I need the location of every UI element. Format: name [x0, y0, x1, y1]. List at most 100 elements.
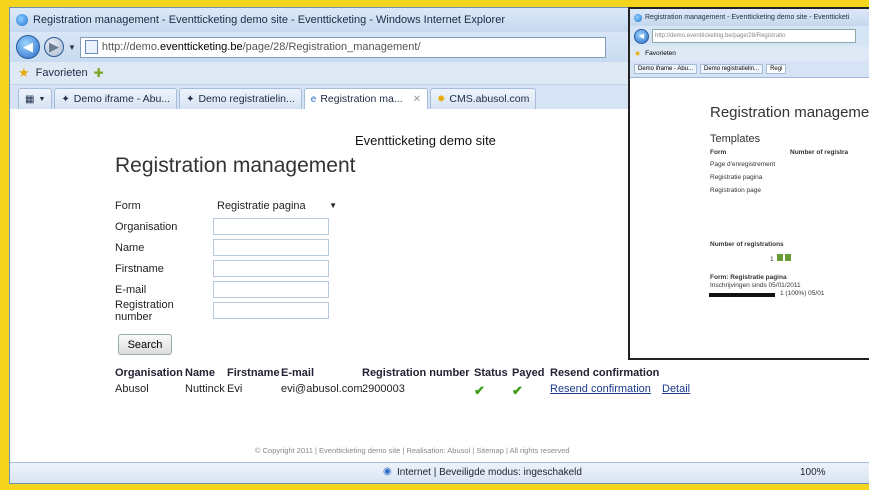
regnum-input[interactable] [213, 302, 329, 319]
quick-tabs-icon: ▦ [25, 93, 35, 105]
regnum-label: Registration number [115, 298, 174, 323]
export-icon[interactable] [785, 254, 792, 261]
tab-demo-iframe[interactable]: ✦ Demo iframe - Abu... [54, 88, 178, 109]
inset-num-value: 1 [770, 256, 774, 263]
ie-icon [16, 14, 28, 26]
tab-demo-registratielink[interactable]: ✦ Demo registratielin... [179, 88, 302, 109]
tab-registration-management[interactable]: e Registration ma... ✕ [303, 88, 429, 109]
firstname-row: Firstname [115, 258, 341, 279]
forward-button[interactable]: ▶ [44, 37, 64, 57]
email-row: E-mail [115, 279, 341, 300]
results-table: Organisation Name Firstname E-mail Regis… [115, 367, 690, 399]
inset-col-form: Form [710, 149, 727, 156]
form-row: Form Registratie pagina ▼ [115, 195, 341, 216]
col-regnum: Registration number [362, 367, 470, 379]
status-zone-text: Internet | Beveiligde modus: ingeschakel… [397, 467, 582, 478]
form-select[interactable]: Registratie pagina ▼ [213, 198, 341, 213]
inset-back-button[interactable]: ◀ [634, 28, 649, 44]
export-icon[interactable] [777, 254, 784, 261]
cell-firstname: Evi [227, 383, 243, 395]
form-select-value: Registratie pagina [217, 199, 306, 212]
col-email: E-mail [281, 367, 315, 379]
col-name: Name [185, 367, 215, 379]
cell-regnum: 2900003 [362, 383, 405, 395]
regnum-row: Registration number [115, 298, 341, 323]
ie-icon [634, 13, 642, 22]
address-bar[interactable]: http://demo.eventticketing.be/page/28/Re… [79, 36, 606, 58]
inset-since: Inschrijvingen sinds 05/01/2011 [710, 282, 801, 289]
inset-num-label: Number of registrations [710, 241, 784, 248]
col-organisation: Organisation [115, 367, 183, 379]
cell-organisation: Abusol [115, 383, 149, 395]
copyright-footer: © Copyright 2011 | Eventticketing demo s… [255, 446, 570, 455]
name-row: Name [115, 237, 341, 258]
page-title: Registration management [115, 154, 356, 177]
organisation-input[interactable] [213, 218, 329, 235]
inset-screenshot: Registration management - Eventticketing… [628, 7, 869, 360]
inset-template-row: Registratie pagina [710, 174, 763, 181]
payed-check-icon: ✔ [512, 383, 523, 398]
inset-template-row: Registration page [710, 187, 761, 194]
add-favorite-icon[interactable]: ✚ [94, 66, 104, 80]
window-title: Registration management - Eventticketing… [33, 14, 505, 26]
quick-tabs-dropdown-icon: ▼ [38, 95, 46, 103]
inset-form-info-text: Form: Registratie pagina [710, 274, 787, 281]
favorites-star-icon: ★ [634, 49, 642, 58]
tab-favicon-icon: ✦ [186, 93, 195, 105]
detail-link[interactable]: Detail [662, 383, 690, 399]
email-input[interactable] [213, 281, 329, 298]
tab-label: CMS.abusol.com [449, 93, 530, 105]
inset-tab: Demo registratielin... [700, 64, 764, 74]
tab-label: Registration ma... [320, 93, 403, 105]
cell-email: evi@abusol.com [281, 383, 363, 395]
status-bar: ◉ Internet | Beveiligde modus: ingeschak… [10, 462, 869, 483]
inset-favorites-bar: ★ Favorieten [630, 46, 869, 61]
inset-progress-bar [709, 293, 775, 297]
site-title: Eventticketing demo site [355, 133, 496, 148]
form-label: Form [115, 199, 141, 212]
zoom-level[interactable]: 100% [800, 467, 826, 478]
address-path: /page/28/Registration_management/ [242, 41, 421, 53]
search-button[interactable]: Search [118, 334, 172, 355]
inset-address-row: ◀ http://demo.eventticketing.be/page/28/… [630, 26, 869, 46]
inset-tab-strip: Demo iframe - Abu... Demo registratielin… [630, 61, 869, 78]
inset-tab: Demo iframe - Abu... [634, 64, 698, 74]
tab-cms[interactable]: ✸ CMS.abusol.com [430, 88, 537, 109]
back-button[interactable]: ◀ [16, 35, 40, 59]
page-icon [84, 40, 98, 54]
col-firstname: Firstname [227, 367, 280, 379]
col-payed: Payed [512, 367, 545, 379]
address-domain: eventticketing.be [160, 41, 243, 53]
inset-address-bar[interactable]: http://demo.eventticketing.be/page/28/Re… [652, 29, 856, 43]
tab-label: Demo registratielin... [198, 93, 295, 105]
email-label: E-mail [115, 283, 147, 296]
inset-title: Registration management - Eventticketing… [645, 14, 850, 21]
inset-col-number: Number of registra [790, 149, 849, 156]
status-check-icon: ✔ [474, 383, 485, 398]
firstname-input[interactable] [213, 260, 329, 277]
results-header: Organisation Name Firstname E-mail Regis… [115, 367, 690, 383]
inset-bar-label: 1 (100%) 05/01 [780, 290, 825, 297]
inset-title-bar: Registration management - Eventticketing… [630, 9, 869, 26]
organisation-label: Organisation [115, 220, 178, 233]
tab-favicon-icon: ✸ [437, 93, 446, 105]
inset-templates-heading: Templates [710, 133, 761, 145]
tab-favicon-icon: ✦ [61, 93, 70, 105]
organisation-row: Organisation [115, 216, 341, 237]
history-dropdown-icon[interactable]: ▼ [68, 43, 76, 52]
table-row: Abusol Nuttinck Evi evi@abusol.com 29000… [115, 383, 690, 399]
favorites-star-icon[interactable]: ★ [18, 65, 30, 81]
inset-tab: Regi [766, 64, 787, 74]
col-status: Status [474, 367, 508, 379]
resend-confirmation-link[interactable]: Resend confirmation [550, 383, 662, 399]
close-tab-icon[interactable]: ✕ [413, 94, 421, 105]
favorites-label[interactable]: Favorieten [36, 67, 88, 79]
firstname-label: Firstname [115, 262, 164, 275]
address-prefix: http://demo. [101, 41, 161, 53]
tab-label: Demo iframe - Abu... [73, 93, 171, 105]
name-input[interactable] [213, 239, 329, 256]
cell-name: Nuttinck [185, 383, 225, 395]
inset-num-value-row: 1 [770, 254, 792, 263]
quick-tabs-button[interactable]: ▦ ▼ [18, 88, 53, 109]
inset-favorites-label: Favorieten [645, 50, 676, 57]
